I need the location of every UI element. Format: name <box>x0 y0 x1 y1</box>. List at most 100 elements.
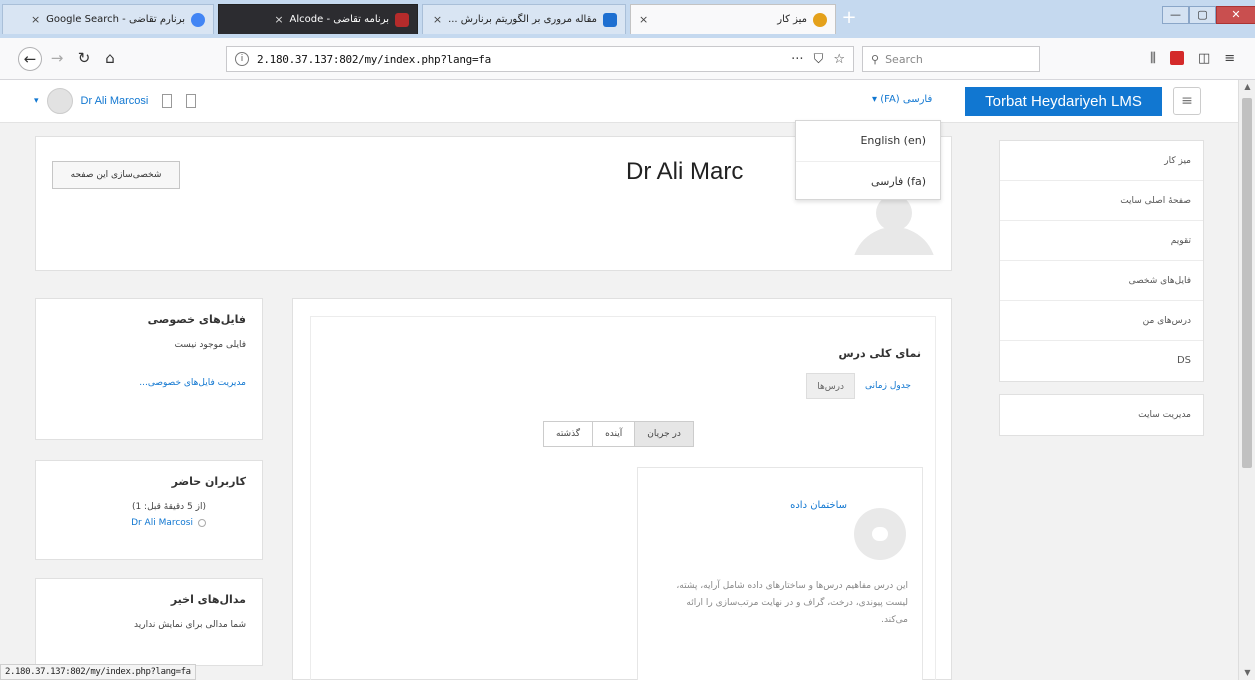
bookmark-star-icon[interactable]: ☆ <box>833 52 845 67</box>
site-icon <box>603 12 617 27</box>
block-text: فایلی موجود نیست <box>174 340 246 350</box>
google-icon <box>191 12 205 27</box>
tab-timeline[interactable]: جدول زمانی <box>855 373 921 399</box>
avatar <box>46 88 73 114</box>
vertical-scrollbar[interactable]: ▲ ▼ <box>1238 80 1255 680</box>
new-tab-button[interactable]: + <box>838 8 860 30</box>
course-icon <box>854 508 906 560</box>
pocket-icon[interactable]: ⛉ <box>814 52 824 67</box>
language-dropdown: English (en) فارسی (fa) <box>795 120 941 200</box>
user-status-icon <box>198 519 206 527</box>
alcode-icon <box>395 12 409 27</box>
scroll-up-icon[interactable]: ▲ <box>1239 80 1255 94</box>
user-name[interactable]: Dr Ali Marcosi <box>81 95 149 107</box>
maximize-button[interactable]: ▢ <box>1189 6 1216 24</box>
home-icon[interactable]: ⌂ <box>98 47 122 71</box>
nav-item-my-courses[interactable]: درس‌های من <box>1000 301 1203 341</box>
tab-title: میز کار <box>777 14 807 25</box>
library-icon[interactable]: ⫼ <box>1150 51 1156 66</box>
addon-icon[interactable] <box>1169 51 1184 65</box>
language-option-fa[interactable]: فارسی (fa) <box>796 161 940 201</box>
reload-button[interactable]: ↻ <box>72 47 96 71</box>
toolbar-icons: ⫼ ◫ ≡ <box>1150 51 1235 66</box>
nav-item-calendar[interactable]: تقویم <box>1000 221 1203 261</box>
course-card[interactable]: ساختمان داده این درس مفاهیم درس‌ها و ساخ… <box>637 467 923 680</box>
block-text: شما مدالی برای نمایش ندارید <box>134 620 246 630</box>
online-user[interactable]: Dr Ali Marcosi <box>52 518 246 528</box>
tab-title: مقاله مروری بر الگوریتم برنارش ... <box>448 14 597 25</box>
course-overview-inner: نمای کلی درس جدول زمانی درس‌ها در جریان … <box>310 316 936 680</box>
tab-title: برنارم تقاضی - Google Search <box>46 14 185 25</box>
nav-item-site-admin[interactable]: مدیریت سایت <box>1000 395 1203 435</box>
page-title: Dr Ali Marc <box>626 158 744 185</box>
back-button[interactable]: ← <box>18 47 42 71</box>
close-tab-icon[interactable]: × <box>639 13 648 26</box>
close-window-button[interactable]: ✕ <box>1216 6 1255 24</box>
private-files-block: فایل‌های خصوصی فایلی موجود نیست مدیریت ف… <box>35 298 263 440</box>
nav-item-site-home[interactable]: صفحهٔ اصلی سایت <box>1000 181 1203 221</box>
url-text[interactable]: 2.180.37.137:802/my/index.php?lang=fa <box>257 53 491 66</box>
course-name-link[interactable]: ساختمان داده <box>790 500 847 511</box>
chevron-down-icon: ▾ <box>34 96 39 106</box>
tab-courses[interactable]: درس‌ها <box>806 373 856 399</box>
page-actions-icon[interactable]: ··· <box>791 52 803 67</box>
course-overview-block: نمای کلی درس جدول زمانی درس‌ها در جریان … <box>292 298 952 680</box>
url-actions: ··· ⛉ ☆ <box>791 52 845 67</box>
info-icon[interactable]: i <box>235 52 249 66</box>
browser-tab-bar: برنارم تقاضی - Google Search × برنامه تق… <box>0 0 1255 38</box>
avatar-body <box>852 227 936 255</box>
online-user-link[interactable]: Dr Ali Marcosi <box>131 518 193 528</box>
block-title: مدال‌های اخیر <box>170 593 246 606</box>
block-title: کاربران حاضر <box>171 475 246 488</box>
block-title: فایل‌های خصوصی <box>147 313 246 326</box>
forward-button[interactable]: → <box>45 47 69 71</box>
nav-item-dashboard[interactable]: میز کار <box>1000 141 1203 181</box>
search-icon: ⚲ <box>871 52 880 66</box>
course-description: این درس مفاهیم درس‌ها و ساختارهای داده ش… <box>676 581 908 625</box>
close-tab-icon[interactable]: × <box>433 13 442 26</box>
sidebar-icon[interactable]: ◫ <box>1198 51 1210 66</box>
hamburger-menu-icon[interactable]: ≡ <box>1224 51 1235 66</box>
close-tab-icon[interactable]: × <box>31 13 40 26</box>
search-placeholder: Search <box>885 52 923 66</box>
notification-icon[interactable] <box>162 94 173 108</box>
nav-drawer: میز کار صفحهٔ اصلی سایت تقویم فایل‌های ش… <box>999 140 1204 382</box>
url-bar[interactable]: i 2.180.37.137:802/my/index.php?lang=fa … <box>226 46 854 72</box>
site-brand-button[interactable]: Torbat Heydariyeh LMS <box>965 87 1162 116</box>
course-filter-group: در جریان آینده گذشته <box>543 421 694 447</box>
language-option-en[interactable]: English (en) <box>796 121 940 161</box>
site-header: ▾ Dr Ali Marcosi فارسی (FA) ▾ Torbat Hey… <box>0 80 1238 123</box>
minimize-button[interactable]: — <box>1162 6 1189 24</box>
language-menu-toggle[interactable]: فارسی (FA) ▾ <box>872 94 932 105</box>
filter-future[interactable]: آینده <box>592 422 635 446</box>
filter-past[interactable]: گذشته <box>544 422 593 446</box>
browser-tab-alcode[interactable]: برنامه تقاضی - Alcode × <box>218 4 418 34</box>
scrollbar-thumb[interactable] <box>1242 98 1252 468</box>
filter-in-progress[interactable]: در جریان <box>634 422 693 446</box>
user-menu[interactable]: ▾ Dr Ali Marcosi <box>34 88 197 114</box>
online-users-block: کاربران حاضر (از 5 دقیقهٔ قبل: 1) Dr Ali… <box>35 460 263 560</box>
nav-drawer-toggle[interactable]: ≡ <box>1173 87 1201 115</box>
view-tabs: جدول زمانی درس‌ها <box>806 373 921 399</box>
nav-item-private-files[interactable]: فایل‌های شخصی <box>1000 261 1203 301</box>
close-tab-icon[interactable]: × <box>274 13 283 26</box>
tab-title: برنامه تقاضی - Alcode <box>289 14 389 25</box>
latest-badges-block: مدال‌های اخیر شما مدالی برای نمایش نداری… <box>35 578 263 666</box>
nav-item-ds[interactable]: DS <box>1000 341 1203 381</box>
nav-drawer-admin: مدیریت سایت <box>999 394 1204 436</box>
browser-tab-article[interactable]: مقاله مروری بر الگوریتم برنارش ... × <box>422 4 626 34</box>
customise-page-button[interactable]: شخصی‌سازی این صفحه <box>52 161 180 189</box>
status-bar-url: 2.180.37.137:802/my/index.php?lang=fa <box>0 664 196 680</box>
browser-tab-dashboard[interactable]: میز کار × <box>630 4 836 34</box>
profile-avatar <box>846 195 942 255</box>
scroll-down-icon[interactable]: ▼ <box>1239 666 1255 680</box>
block-text: (از 5 دقیقهٔ قبل: 1) <box>131 502 206 512</box>
browser-nav-bar: ← → ↻ ⌂ i 2.180.37.137:802/my/index.php?… <box>0 38 1255 80</box>
search-input[interactable]: ⚲ Search <box>862 46 1040 72</box>
window-controls: — ▢ ✕ <box>1162 6 1255 24</box>
moodle-icon <box>813 12 827 27</box>
message-icon[interactable] <box>186 94 197 108</box>
manage-files-link[interactable]: مدیریت فایل‌های خصوصی... <box>52 378 246 388</box>
browser-tab-google[interactable]: برنارم تقاضی - Google Search × <box>2 4 214 34</box>
course-overview-title: نمای کلی درس <box>838 347 921 360</box>
